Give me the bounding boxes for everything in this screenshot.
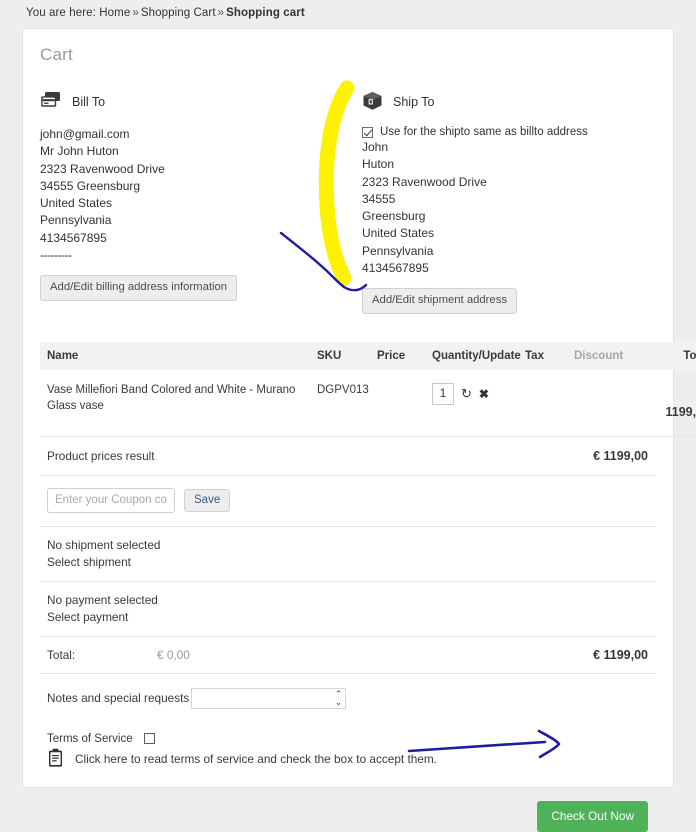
ship-to-column: Ship To Use for the shipto same as billt… — [348, 89, 656, 314]
cart-items-table: Name SKU Price Quantity/Update Tax Disco… — [40, 342, 696, 437]
total-value: € 1199,00 — [593, 648, 648, 662]
bill-to-line-phone: 4134567895 — [40, 230, 348, 247]
bill-to-address: john@gmail.com Mr John Huton 2323 Ravenw… — [40, 126, 348, 264]
refresh-icon[interactable]: ↻ — [461, 387, 472, 400]
product-prices-result-row: Product prices result € 1199,00 — [40, 437, 656, 476]
cell-total-amount: 1199,00 — [649, 402, 696, 422]
same-as-billing-row[interactable]: Use for the shipto same as billto addres… — [362, 126, 656, 138]
checkout-row: Check Out Now — [40, 771, 656, 832]
ship-to-line-zip: 34555 — [362, 191, 656, 208]
bill-to-line-street: 2323 Ravenwood Drive — [40, 161, 348, 178]
notes-input[interactable] — [192, 689, 345, 708]
total-row: Total: € 0,00 € 1199,00 — [40, 637, 656, 674]
clipboard-icon — [47, 748, 65, 771]
package-box-icon — [362, 91, 383, 114]
quantity-input[interactable] — [432, 383, 454, 405]
payment-status: No payment selected — [47, 592, 649, 609]
ship-to-line-city: Greensburg — [362, 208, 656, 225]
bill-to-line-email: john@gmail.com — [40, 126, 348, 143]
column-header-tax: Tax — [525, 342, 567, 370]
column-header-quantity: Quantity/Update — [425, 342, 525, 370]
terms-header-row: Terms of Service — [47, 733, 649, 745]
cell-price — [370, 370, 425, 437]
breadcrumb-separator-2: » — [216, 7, 227, 19]
column-header-sku: SKU — [310, 342, 370, 370]
bill-to-title: Bill To — [72, 95, 105, 109]
ship-to-line-lastname: Huton — [362, 156, 656, 173]
total-label: Total: — [47, 648, 157, 662]
ship-to-line-state: Pennsylvania — [362, 243, 656, 260]
product-prices-label: Product prices result — [47, 449, 155, 463]
table-row: Vase Millefiori Band Colored and White -… — [40, 370, 696, 437]
breadcrumb-current: Shopping cart — [226, 7, 305, 19]
column-header-discount: Discount — [567, 342, 642, 370]
total-mid-value: € 0,00 — [157, 648, 593, 662]
payment-row: No payment selected Select payment — [40, 582, 656, 637]
address-section: Bill To john@gmail.com Mr John Huton 232… — [40, 89, 656, 314]
save-coupon-button[interactable]: Save — [184, 489, 230, 512]
terms-of-service-checkbox[interactable] — [144, 733, 155, 744]
notes-field-wrapper: ⌃ ⌄ — [191, 688, 346, 709]
cart-card: Cart Bill To — [22, 28, 674, 788]
bill-to-line-state: Pennsylvania — [40, 212, 348, 229]
cell-total-currency: € — [649, 382, 696, 402]
select-shipment-link[interactable]: Select shipment — [47, 554, 649, 571]
chevron-down-icon[interactable]: ⌄ — [335, 698, 343, 706]
remove-item-icon[interactable]: ✖ — [479, 388, 489, 400]
cell-discount — [567, 370, 642, 437]
column-header-name: Name — [40, 342, 310, 370]
column-header-total: Total — [642, 342, 696, 370]
table-header-row: Name SKU Price Quantity/Update Tax Disco… — [40, 342, 696, 370]
ship-to-line-street: 2323 Ravenwood Drive — [362, 174, 656, 191]
credit-card-icon — [40, 91, 62, 113]
select-payment-link[interactable]: Select payment — [47, 609, 649, 626]
ship-to-line-country: United States — [362, 225, 656, 242]
cell-total: € 1199,00 — [642, 370, 696, 437]
same-as-billing-label: Use for the shipto same as billto addres… — [380, 126, 588, 138]
coupon-input[interactable] — [47, 488, 175, 513]
ship-to-line-phone: 4134567895 — [362, 260, 656, 277]
breadcrumb-item-shopping-cart[interactable]: Shopping Cart — [141, 7, 216, 19]
cell-quantity: ↻ ✖ — [425, 370, 525, 437]
column-header-price: Price — [370, 342, 425, 370]
same-as-billing-checkbox[interactable] — [362, 127, 373, 138]
terms-of-service-section: Terms of Service Click here to read term… — [40, 709, 656, 771]
cell-sku: DGPV013 — [310, 370, 370, 437]
bill-to-line-name: Mr John Huton — [40, 143, 348, 160]
breadcrumb-item-home[interactable]: Home — [99, 7, 130, 19]
breadcrumb-separator: » — [130, 7, 141, 19]
bill-to-line-city: 34555 Greensburg — [40, 178, 348, 195]
add-edit-billing-address-button[interactable]: Add/Edit billing address information — [40, 275, 237, 300]
breadcrumb-prefix: You are here: — [26, 7, 96, 19]
bill-to-line-country: United States — [40, 195, 348, 212]
product-prices-value: € 1199,00 — [593, 449, 648, 463]
notes-row: Notes and special requests ⌃ ⌄ — [40, 674, 656, 709]
bill-to-line-divider: --------- — [40, 247, 348, 264]
add-edit-shipment-address-button[interactable]: Add/Edit shipment address — [362, 288, 517, 313]
bill-to-column: Bill To john@gmail.com Mr John Huton 232… — [40, 89, 348, 314]
ship-to-title: Ship To — [393, 95, 434, 109]
check-out-now-button[interactable]: Check Out Now — [537, 801, 648, 832]
terms-of-service-text[interactable]: Click here to read terms of service and … — [75, 752, 437, 766]
breadcrumb: You are here: Home»Shopping Cart»Shoppin… — [0, 0, 696, 25]
bill-to-header: Bill To — [40, 89, 348, 115]
ship-to-address: John Huton 2323 Ravenwood Drive 34555 Gr… — [362, 139, 656, 277]
cell-product-name: Vase Millefiori Band Colored and White -… — [40, 370, 310, 437]
terms-text-row[interactable]: Click here to read terms of service and … — [47, 748, 649, 771]
notes-label: Notes and special requests — [47, 691, 189, 705]
page-title: Cart — [23, 29, 673, 65]
ship-to-header: Ship To — [362, 89, 656, 115]
ship-to-line-firstname: John — [362, 139, 656, 156]
terms-of-service-label: Terms of Service — [47, 733, 133, 745]
cell-tax — [525, 370, 567, 437]
coupon-row: Save — [40, 476, 656, 527]
shipment-row: No shipment selected Select shipment — [40, 527, 656, 582]
notes-stepper[interactable]: ⌃ ⌄ — [335, 690, 343, 706]
shipment-status: No shipment selected — [47, 537, 649, 554]
